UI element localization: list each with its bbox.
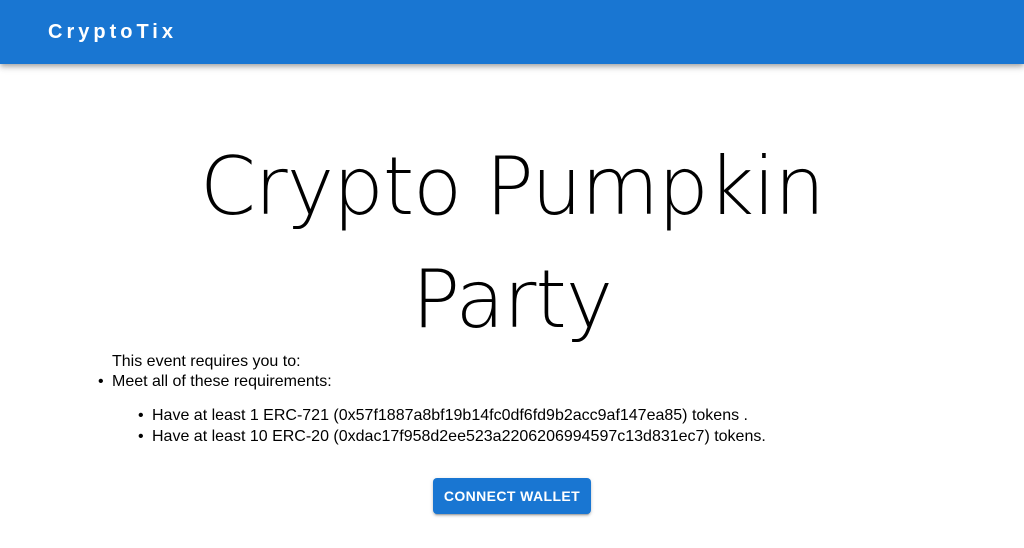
requirement-item-erc20: Have at least 10 ERC-20 (0xdac17f958d2ee… xyxy=(138,426,766,447)
brand-logo-text[interactable]: CryptoTix xyxy=(48,20,177,44)
requirements-section: This event requires you to: Meet all of … xyxy=(98,352,766,447)
requirements-items: Have at least 1 ERC-721 (0x57f1887a8bf19… xyxy=(138,405,766,447)
requirements-list: Meet all of these requirements: Have at … xyxy=(98,372,766,447)
event-title: Crypto Pumpkin Party xyxy=(0,130,1024,356)
requirements-intro: This event requires you to: xyxy=(112,353,301,370)
requirement-item-erc721: Have at least 1 ERC-721 (0x57f1887a8bf19… xyxy=(138,405,766,426)
connect-wallet-button[interactable]: CONNECT WALLET xyxy=(433,478,591,514)
event-title-line-1: Crypto Pumpkin xyxy=(199,140,825,233)
requirements-group: Meet all of these requirements: Have at … xyxy=(98,372,766,447)
requirements-group-label: Meet all of these requirements: xyxy=(112,373,332,390)
event-title-line-2: Party xyxy=(411,253,613,346)
app-bar: CryptoTix xyxy=(0,0,1024,64)
